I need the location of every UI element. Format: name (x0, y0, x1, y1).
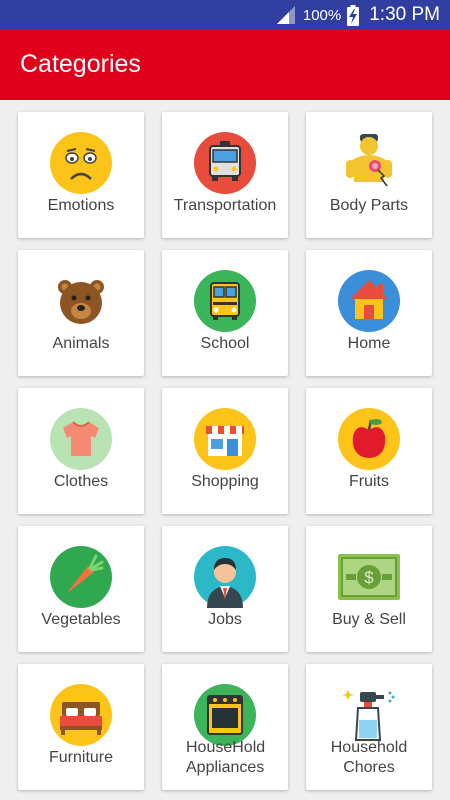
category-card-animals[interactable]: Animals (18, 250, 144, 376)
category-label: Fruits (349, 473, 389, 490)
category-card-shopping[interactable]: Shopping (162, 388, 288, 514)
sad-face-icon (50, 132, 112, 194)
category-card-vegetables[interactable]: Vegetables (18, 526, 144, 652)
category-label: Clothes (53, 473, 109, 490)
category-label: Shopping (191, 473, 259, 490)
businessman-icon (194, 546, 256, 608)
category-label: Buy & Sell (332, 611, 406, 628)
carrot-icon (50, 546, 112, 608)
category-grid: Emotions Transportation Body Parts Anima… (18, 112, 432, 800)
shirt-icon (50, 408, 112, 470)
clock: 1:30 PM (369, 4, 440, 25)
signal-icon (276, 6, 295, 24)
store-icon (194, 408, 256, 470)
category-card-clothes[interactable]: Clothes (18, 388, 144, 514)
school-bus-icon (194, 270, 256, 332)
page-title: Categories (20, 50, 141, 78)
category-label: Furniture (48, 749, 114, 766)
category-card-school[interactable]: School (162, 250, 288, 376)
category-label: Vegetables (41, 611, 121, 628)
category-label: Jobs (208, 611, 242, 628)
app-bar: Categories (0, 30, 450, 100)
house-icon (338, 270, 400, 332)
category-card-jobs[interactable]: Jobs (162, 526, 288, 652)
apple-icon (338, 408, 400, 470)
category-label: Body Parts (329, 197, 409, 214)
category-label: School (200, 335, 250, 352)
category-card-furniture[interactable]: Furniture (18, 664, 144, 790)
spray-bottle-icon (342, 690, 395, 741)
category-label: Emotions (47, 197, 115, 214)
category-card-emotions[interactable]: Emotions (18, 112, 144, 238)
svg-text:$: $ (364, 568, 374, 587)
category-card-household-chores[interactable]: Household Chores (306, 664, 432, 790)
category-card-body-parts[interactable]: Body Parts (306, 112, 432, 238)
oven-icon (194, 684, 256, 746)
category-card-household-appliances[interactable]: HouseHold Appliances (162, 664, 288, 790)
category-card-buy-sell[interactable]: $ Buy & Sell (306, 526, 432, 652)
category-label: Home (347, 335, 391, 352)
battery-percentage: 100% (302, 6, 342, 24)
bed-icon (50, 684, 112, 746)
status-bar: 100% 1:30 PM (0, 0, 450, 30)
battery-charging-icon (347, 4, 360, 26)
category-label: Household Chores (330, 739, 408, 776)
category-label: Transportation (173, 197, 277, 214)
money-icon: $ (338, 554, 400, 600)
bus-icon (194, 132, 256, 194)
category-card-home[interactable]: Home (306, 250, 432, 376)
category-card-transportation[interactable]: Transportation (162, 112, 288, 238)
category-label: HouseHold Appliances (186, 739, 266, 776)
bear-icon (58, 280, 104, 324)
status-icons: 100% 1:30 PM (275, 0, 440, 30)
body-parts-icon (346, 134, 392, 187)
category-card-fruits[interactable]: Fruits (306, 388, 432, 514)
category-label: Animals (52, 335, 110, 352)
